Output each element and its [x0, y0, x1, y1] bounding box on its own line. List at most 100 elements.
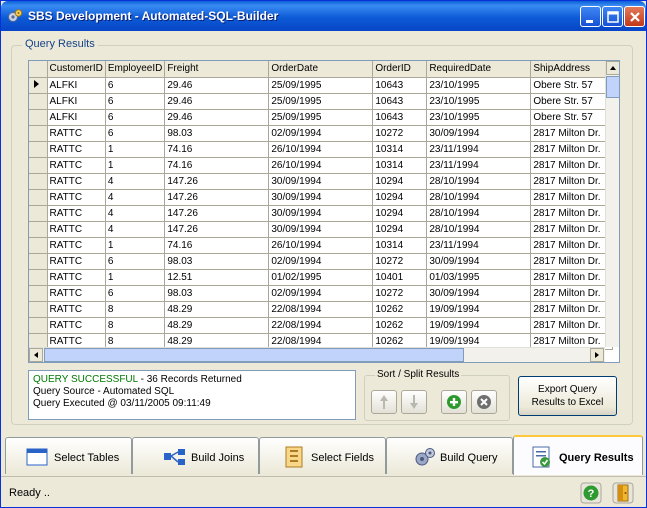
scroll-right-button[interactable]: [590, 348, 604, 362]
row-selector[interactable]: [29, 93, 48, 110]
table-cell[interactable]: RATTC: [47, 221, 106, 238]
table-row[interactable]: ALFKI 6 29.46 25/09/1995 10643 23/10/1995 Ober…: [29, 77, 614, 94]
table-cell[interactable]: 2817 Milton Dr.: [530, 269, 614, 286]
table-row[interactable]: RATTC 6 98.03 02/09/1994 10272 30/09/1994 2817…: [29, 285, 614, 302]
table-cell[interactable]: 23/10/1995: [426, 93, 532, 110]
row-selector[interactable]: [29, 221, 48, 238]
table-cell[interactable]: RATTC: [47, 269, 106, 286]
row-selector[interactable]: [29, 189, 48, 206]
table-cell[interactable]: 98.03: [164, 285, 270, 302]
column-header[interactable]: OrderDate: [268, 61, 374, 78]
table-cell[interactable]: 147.26: [164, 173, 270, 190]
export-to-excel-button[interactable]: Export Query Results to Excel: [518, 376, 617, 416]
table-row[interactable]: RATTC 4 147.26 30/09/1994 10294 28/10/1994 281…: [29, 205, 614, 222]
scroll-left-button[interactable]: [29, 348, 43, 362]
table-cell[interactable]: 02/09/1994: [268, 285, 374, 302]
table-cell[interactable]: 1: [105, 141, 166, 158]
tab-build-joins[interactable]: Build Joins: [132, 437, 259, 474]
remove-split-button[interactable]: [471, 390, 497, 414]
table-cell[interactable]: 23/11/1994: [426, 237, 532, 254]
table-cell[interactable]: RATTC: [47, 317, 106, 334]
table-cell[interactable]: RATTC: [47, 205, 106, 222]
exit-door-icon[interactable]: [612, 482, 634, 504]
row-selector[interactable]: [29, 125, 48, 142]
minimize-button[interactable]: [580, 6, 601, 27]
tab-query-results[interactable]: Query Results: [513, 435, 643, 475]
table-cell[interactable]: 10401: [372, 269, 428, 286]
table-cell[interactable]: 30/09/1994: [426, 285, 532, 302]
row-selector[interactable]: [29, 269, 48, 286]
table-cell[interactable]: 6: [105, 77, 166, 94]
table-row[interactable]: RATTC 8 48.29 22/08/1994 10262 19/09/1994 2817…: [29, 317, 614, 334]
table-cell[interactable]: 2817 Milton Dr.: [530, 253, 614, 270]
table-cell[interactable]: 2817 Milton Dr.: [530, 157, 614, 174]
table-cell[interactable]: 10643: [372, 109, 428, 126]
table-row[interactable]: RATTC 4 147.26 30/09/1994 10294 28/10/1994 281…: [29, 221, 614, 238]
table-cell[interactable]: RATTC: [47, 173, 106, 190]
table-cell[interactable]: 2817 Milton Dr.: [530, 285, 614, 302]
table-cell[interactable]: 2817 Milton Dr.: [530, 141, 614, 158]
table-cell[interactable]: RATTC: [47, 125, 106, 142]
table-cell[interactable]: RATTC: [47, 141, 106, 158]
table-cell[interactable]: 8: [105, 317, 166, 334]
table-cell[interactable]: ALFKI: [47, 109, 106, 126]
table-cell[interactable]: 2817 Milton Dr.: [530, 237, 614, 254]
table-cell[interactable]: Obere Str. 57: [530, 109, 614, 126]
table-cell[interactable]: 30/09/1994: [426, 253, 532, 270]
row-selector[interactable]: [29, 141, 48, 158]
table-cell[interactable]: 48.29: [164, 301, 270, 318]
table-row[interactable]: RATTC 4 147.26 30/09/1994 10294 28/10/1994 281…: [29, 189, 614, 206]
table-cell[interactable]: 10643: [372, 93, 428, 110]
table-cell[interactable]: RATTC: [47, 189, 106, 206]
results-grid[interactable]: CustomerID EmployeeID Freight OrderDate Orde…: [28, 60, 620, 363]
table-cell[interactable]: 1: [105, 269, 166, 286]
title-bar[interactable]: SBS Development - Automated-SQL-Builder: [1, 1, 646, 31]
table-cell[interactable]: 8: [105, 301, 166, 318]
horizontal-scroll-thumb[interactable]: [44, 348, 464, 362]
table-cell[interactable]: 23/11/1994: [426, 157, 532, 174]
table-row[interactable]: RATTC 1 74.16 26/10/1994 10314 23/11/1994 2817…: [29, 141, 614, 158]
table-cell[interactable]: 10262: [372, 317, 428, 334]
row-selector[interactable]: [29, 173, 48, 190]
table-cell[interactable]: 10643: [372, 77, 428, 94]
table-row[interactable]: RATTC 6 98.03 02/09/1994 10272 30/09/1994 2817…: [29, 125, 614, 142]
row-selector[interactable]: [29, 237, 48, 254]
tab-select-tables[interactable]: Select Tables: [5, 437, 132, 474]
table-cell[interactable]: 30/09/1994: [268, 205, 374, 222]
table-cell[interactable]: 1: [105, 237, 166, 254]
table-cell[interactable]: 25/09/1995: [268, 109, 374, 126]
table-cell[interactable]: 74.16: [164, 157, 270, 174]
table-cell[interactable]: 6: [105, 285, 166, 302]
row-selector[interactable]: [29, 77, 48, 94]
table-cell[interactable]: 25/09/1995: [268, 77, 374, 94]
table-cell[interactable]: 4: [105, 205, 166, 222]
table-row[interactable]: RATTC 8 48.29 22/08/1994 10262 19/09/1994 2817…: [29, 301, 614, 318]
table-cell[interactable]: 10314: [372, 157, 428, 174]
table-cell[interactable]: 98.03: [164, 253, 270, 270]
table-row[interactable]: RATTC 1 74.16 26/10/1994 10314 23/11/1994 2817…: [29, 157, 614, 174]
table-row[interactable]: RATTC 4 147.26 30/09/1994 10294 28/10/1994 281…: [29, 173, 614, 190]
help-icon[interactable]: ?: [580, 482, 602, 504]
table-cell[interactable]: Obere Str. 57: [530, 77, 614, 94]
maximize-button[interactable]: [602, 6, 623, 27]
row-selector[interactable]: [29, 317, 48, 334]
table-cell[interactable]: 19/09/1994: [426, 301, 532, 318]
table-cell[interactable]: 2817 Milton Dr.: [530, 221, 614, 238]
close-button[interactable]: [624, 6, 645, 27]
table-cell[interactable]: 01/02/1995: [268, 269, 374, 286]
row-selector[interactable]: [29, 157, 48, 174]
table-row[interactable]: ALFKI 6 29.46 25/09/1995 10643 23/10/1995 Ober…: [29, 109, 614, 126]
vertical-scroll-thumb[interactable]: [606, 76, 619, 98]
sort-descending-button[interactable]: [401, 390, 427, 414]
table-cell[interactable]: 26/10/1994: [268, 237, 374, 254]
table-cell[interactable]: 29.46: [164, 93, 270, 110]
table-cell[interactable]: 98.03: [164, 125, 270, 142]
table-cell[interactable]: 10294: [372, 205, 428, 222]
table-cell[interactable]: 28/10/1994: [426, 189, 532, 206]
table-cell[interactable]: 29.46: [164, 77, 270, 94]
table-cell[interactable]: RATTC: [47, 157, 106, 174]
table-cell[interactable]: 10272: [372, 253, 428, 270]
horizontal-scrollbar[interactable]: [29, 347, 605, 362]
table-cell[interactable]: 10262: [372, 301, 428, 318]
table-cell[interactable]: ALFKI: [47, 93, 106, 110]
